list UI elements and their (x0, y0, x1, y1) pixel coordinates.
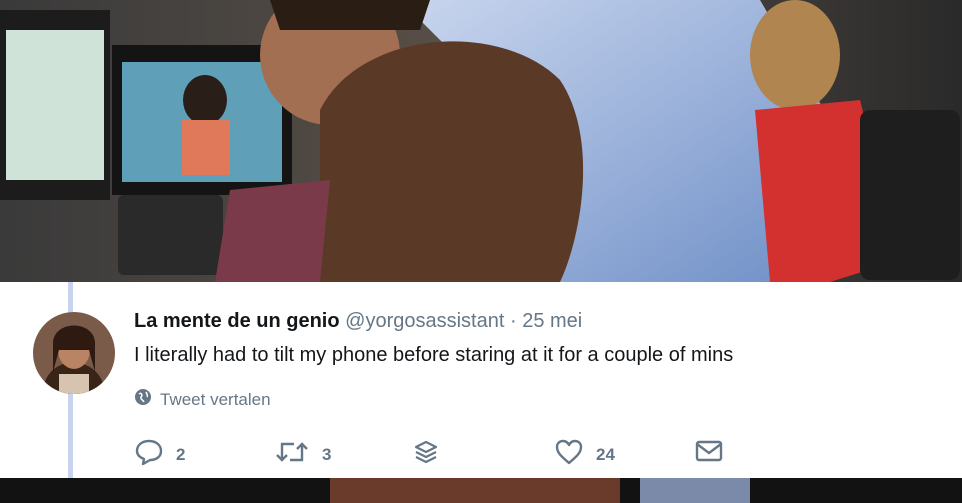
retweet-button[interactable]: 3 (274, 438, 331, 471)
stack-button[interactable] (412, 438, 440, 471)
avatar[interactable] (33, 312, 115, 394)
tweet-card: La mente de un genio @yorgosassistant · … (0, 282, 962, 478)
tweet-date[interactable]: 25 mei (522, 310, 582, 332)
stack-icon (412, 438, 440, 471)
reply-button[interactable]: 2 (134, 438, 185, 471)
display-name[interactable]: La mente de un genio (134, 310, 340, 332)
photo-bottom (0, 478, 962, 503)
retweet-count: 3 (322, 444, 332, 464)
dm-button[interactable] (694, 438, 724, 469)
tweet-text: I literally had to tilt my phone before … (134, 344, 734, 366)
translate-label: Tweet vertalen (160, 389, 271, 409)
translate-link[interactable]: Tweet vertalen (134, 388, 271, 411)
reply-count: 2 (176, 444, 186, 464)
like-count: 24 (596, 444, 615, 464)
photo (0, 0, 962, 282)
envelope-icon (694, 438, 724, 469)
separator: · (509, 310, 517, 332)
retweet-icon (274, 438, 310, 471)
action-bar: 2 3 24 (134, 438, 734, 468)
reply-icon (134, 438, 164, 471)
meme-screenshot: La mente de un genio @yorgosassistant · … (0, 0, 962, 503)
like-button[interactable]: 24 (554, 438, 615, 471)
globe-icon (134, 388, 152, 411)
handle[interactable]: @yorgosassistant (345, 310, 504, 332)
tweet-header: La mente de un genio @yorgosassistant · … (134, 310, 582, 333)
heart-icon (554, 438, 584, 471)
